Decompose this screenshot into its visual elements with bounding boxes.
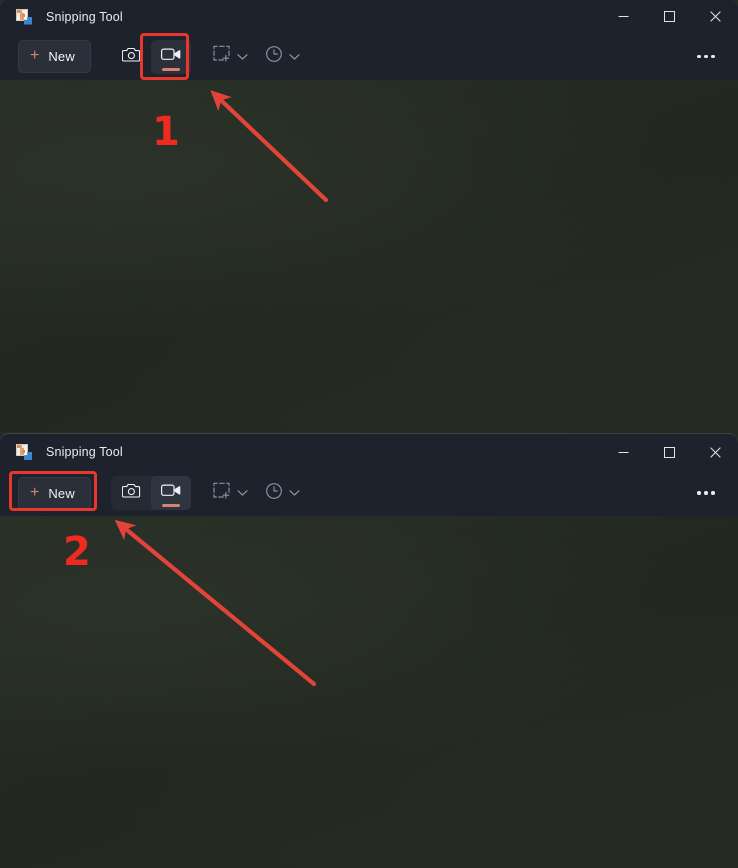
- ellipsis-icon: [697, 491, 701, 495]
- maximize-button[interactable]: [646, 434, 692, 470]
- rectangle-snip-icon: [213, 45, 231, 68]
- capture-mode-group-2: [111, 476, 191, 510]
- window-title-1: Snipping Tool: [46, 9, 123, 24]
- record-mode-button[interactable]: [151, 476, 191, 510]
- video-camera-icon: [161, 483, 181, 503]
- window-controls-1: [600, 0, 738, 33]
- see-more-button[interactable]: [688, 478, 724, 508]
- snip-canvas-2: [0, 516, 738, 868]
- chevron-down-icon: [234, 53, 251, 61]
- snip-mode-selector[interactable]: [213, 40, 251, 74]
- maximize-button[interactable]: [646, 0, 692, 33]
- clock-icon: [265, 45, 283, 68]
- window-controls-2: [600, 434, 738, 470]
- new-button[interactable]: + New: [18, 476, 91, 510]
- new-button-label: New: [48, 49, 75, 64]
- snipping-tool-icon: [16, 8, 32, 25]
- screenshot-mode-button[interactable]: [111, 40, 151, 74]
- rectangle-snip-icon: [213, 482, 231, 505]
- snipping-tool-window-1: Snipping Tool + New: [0, 0, 738, 432]
- see-more-button[interactable]: [688, 42, 724, 72]
- window-title-2: Snipping Tool: [46, 445, 123, 459]
- snip-mode-selector[interactable]: [213, 476, 251, 510]
- screenshot-mode-button[interactable]: [111, 476, 151, 510]
- ellipsis-icon: [711, 54, 715, 59]
- new-button[interactable]: + New: [18, 40, 91, 73]
- delay-selector[interactable]: [265, 40, 303, 74]
- plus-icon: +: [30, 47, 40, 64]
- plus-icon: +: [30, 483, 40, 501]
- ellipsis-icon: [711, 491, 715, 495]
- ellipsis-icon: [704, 491, 708, 495]
- selected-indicator: [162, 504, 180, 507]
- close-button[interactable]: [692, 0, 738, 33]
- capture-mode-group-1: [111, 39, 191, 74]
- camera-icon: [121, 46, 141, 68]
- snipping-tool-window-2: Snipping Tool + New: [0, 434, 738, 868]
- clock-icon: [265, 482, 283, 505]
- camera-icon: [121, 482, 141, 504]
- video-camera-icon: [161, 47, 181, 67]
- snip-canvas-1: [0, 80, 738, 432]
- chevron-down-icon: [286, 53, 303, 61]
- selected-indicator: [162, 67, 180, 71]
- minimize-button[interactable]: [600, 434, 646, 470]
- title-bar-2[interactable]: Snipping Tool: [0, 434, 738, 470]
- close-button[interactable]: [692, 434, 738, 470]
- chevron-down-icon: [234, 489, 251, 497]
- delay-selector[interactable]: [265, 476, 303, 510]
- snipping-tool-icon: [16, 444, 32, 460]
- title-bar-1[interactable]: Snipping Tool: [0, 0, 738, 33]
- chevron-down-icon: [286, 489, 303, 497]
- record-mode-button[interactable]: [151, 39, 191, 74]
- toolbar-1: + New: [0, 33, 738, 80]
- minimize-button[interactable]: [600, 0, 646, 33]
- toolbar-2: + New: [0, 470, 738, 516]
- ellipsis-icon: [704, 54, 708, 59]
- new-button-label: New: [48, 485, 75, 501]
- ellipsis-icon: [697, 54, 701, 59]
